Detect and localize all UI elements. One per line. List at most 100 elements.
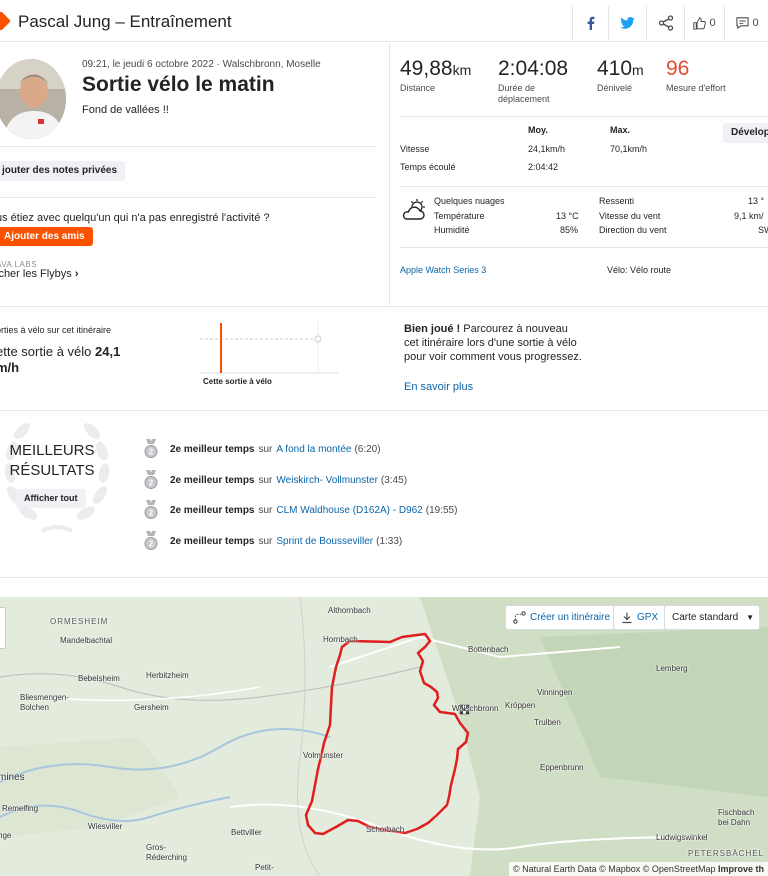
route-comparison-chart <box>200 321 338 374</box>
humidity-label: Humidité <box>434 225 470 235</box>
achievement-item: 2 2e meilleur temps sur Sprint de Boussevil… <box>142 531 402 551</box>
route-map[interactable]: ORMESHEIM Mandelbachtal Bebelsheim Herbi… <box>0 597 768 876</box>
feels-like-value: 13 ° <box>748 196 765 206</box>
svg-text:2: 2 <box>149 540 154 549</box>
page-header: Pascal Jung – Entraînement 0 0 <box>0 0 768 42</box>
distance-value: 49,88 <box>400 57 453 80</box>
map-label: Bettviller <box>231 828 262 837</box>
map-label: Mandelbachtal <box>60 636 113 645</box>
elevation-label: Dénivelé <box>597 83 633 93</box>
achievement-rank: 2e meilleur temps <box>170 474 255 486</box>
improve-map-link[interactable]: Improve th <box>718 864 764 874</box>
achievement-rank: 2e meilleur temps <box>170 535 255 547</box>
wind-speed-label: Vitesse du vent <box>599 211 661 221</box>
segment-link[interactable]: A fond la montée <box>276 444 351 455</box>
map-type-select[interactable]: Carte standard ▼ <box>664 605 760 630</box>
achievement-time: (1:33) <box>376 535 403 547</box>
feels-like-label: Ressenti <box>599 196 635 206</box>
achievement-item: 2 2e meilleur temps sur CLM Waldhouse (D162… <box>142 500 457 520</box>
speed-max: 70,1km/h <box>610 144 648 154</box>
chevron-down-icon: ▼ <box>746 613 755 622</box>
gpx-label: GPX <box>637 612 659 623</box>
map-label: PETERSBÄCHEL <box>688 849 765 858</box>
avatar[interactable] <box>0 59 66 139</box>
medal-icon: 2 <box>144 470 158 489</box>
map-canvas <box>0 597 768 876</box>
speed-label: Vitesse <box>400 144 430 154</box>
kudos-count: 0 <box>709 17 716 29</box>
activity-title: Sortie vélo le matin <box>82 73 275 96</box>
map-label: Walschbronn <box>452 704 499 713</box>
device-link[interactable]: Apple Watch Series 3 <box>400 265 486 275</box>
flybys-link-label: icher les Flybys <box>0 268 72 280</box>
encouragement-bold: Bien joué ! <box>404 323 461 335</box>
achievement-item: 2 2e meilleur temps sur A fond la montée (6:… <box>142 439 381 459</box>
divider <box>0 197 376 198</box>
gpx-export-button[interactable]: GPX <box>613 605 667 630</box>
svg-text:2: 2 <box>149 479 154 488</box>
share-button[interactable] <box>646 6 684 40</box>
segment-link[interactable]: Sprint de Bousseviller <box>276 536 373 547</box>
achievement-on: sur <box>258 474 273 486</box>
medal-icon: 2 <box>144 439 158 458</box>
col-header-avg: Moy. <box>528 125 548 135</box>
route-icon <box>513 611 526 624</box>
map-label: mines <box>0 772 25 783</box>
col-header-max: Max. <box>610 125 631 135</box>
stat-effort[interactable]: 96 Mesure d'effort <box>666 57 726 94</box>
effort-value: 96 <box>666 57 690 80</box>
unrecorded-partner-question: us étiez avec quelqu'un qui n'a pas enre… <box>0 212 270 224</box>
speed-avg: 24,1km/h <box>528 144 566 154</box>
medal-icon: 2 <box>144 531 158 550</box>
divider <box>400 186 768 187</box>
add-private-notes-button[interactable]: jouter des notes privées <box>0 161 126 181</box>
flybys-link[interactable]: icher les Flybys › <box>0 268 79 280</box>
route-comparison: orties à vélo sur cet itinéraire ette so… <box>0 306 768 410</box>
elevation-value: 410 <box>597 57 633 80</box>
svg-text:2: 2 <box>149 448 154 457</box>
stat-moving-time: 2:04:08 Durée de déplacement <box>498 57 578 105</box>
wind-direction-value: SW <box>758 225 768 235</box>
map-label: Petit- <box>255 863 274 872</box>
kudos-button[interactable]: 0 <box>684 6 724 40</box>
achievement-on: sur <box>258 443 273 455</box>
map-label: Bottenbach <box>468 645 509 654</box>
partly-cloudy-icon <box>402 199 425 220</box>
map-label: Bliesmengen-Bolchen <box>20 693 69 712</box>
expand-stats-button[interactable]: Développer <box>723 123 768 143</box>
achievement-rank: 2e meilleur temps <box>170 443 255 455</box>
map-label: Ludwigswinkel <box>656 833 708 842</box>
map-label: Bebelsheim <box>78 674 120 683</box>
zoom-control[interactable] <box>0 607 6 649</box>
add-friends-button[interactable]: Ajouter des amis <box>0 227 93 246</box>
humidity-value: 85% <box>560 225 579 235</box>
activity-description: Fond de vallées !! <box>82 104 169 116</box>
this-activity-label: Cette sortie à vélo <box>203 377 272 386</box>
distance-label: Distance <box>400 83 436 93</box>
temperature-value: 13 °C <box>556 211 579 221</box>
segment-link[interactable]: Weiskirch- Vollmunster <box>276 475 378 486</box>
show-all-results-button[interactable]: Afficher tout <box>16 489 86 508</box>
bike-info: Vélo: Vélo route <box>607 265 672 275</box>
this-activity-marker <box>220 323 222 373</box>
weather-condition: Quelques nuages <box>434 196 505 206</box>
comments-button[interactable]: 0 <box>724 6 768 40</box>
share-icon <box>658 15 673 31</box>
map-label: Wiesviller <box>88 822 123 831</box>
map-label: Volmunster <box>303 751 344 760</box>
twitter-share-button[interactable] <box>608 6 646 40</box>
divider <box>0 146 376 147</box>
divider <box>400 116 768 117</box>
map-label: Gersheim <box>134 703 169 712</box>
route-activities-label: orties à vélo sur cet itinéraire <box>0 325 112 335</box>
create-route-button[interactable]: Créer un itinéraire <box>505 605 619 630</box>
map-label: Schorbach <box>366 825 405 834</box>
map-label: Hornbach <box>323 635 358 644</box>
stat-elevation: 410m Dénivelé <box>597 57 644 94</box>
facebook-share-button[interactable] <box>572 6 608 40</box>
moving-time-value: 2:04:08 <box>498 57 569 80</box>
segment-link[interactable]: CLM Waldhouse (D162A) - D962 <box>276 505 422 516</box>
best-results: MEILLEURS RÉSULTATS Afficher tout 2 2e mei… <box>0 410 768 578</box>
attribution-text[interactable]: © Natural Earth Data © Mapbox © OpenStre… <box>513 864 716 874</box>
learn-more-link[interactable]: En savoir plus <box>404 381 473 393</box>
